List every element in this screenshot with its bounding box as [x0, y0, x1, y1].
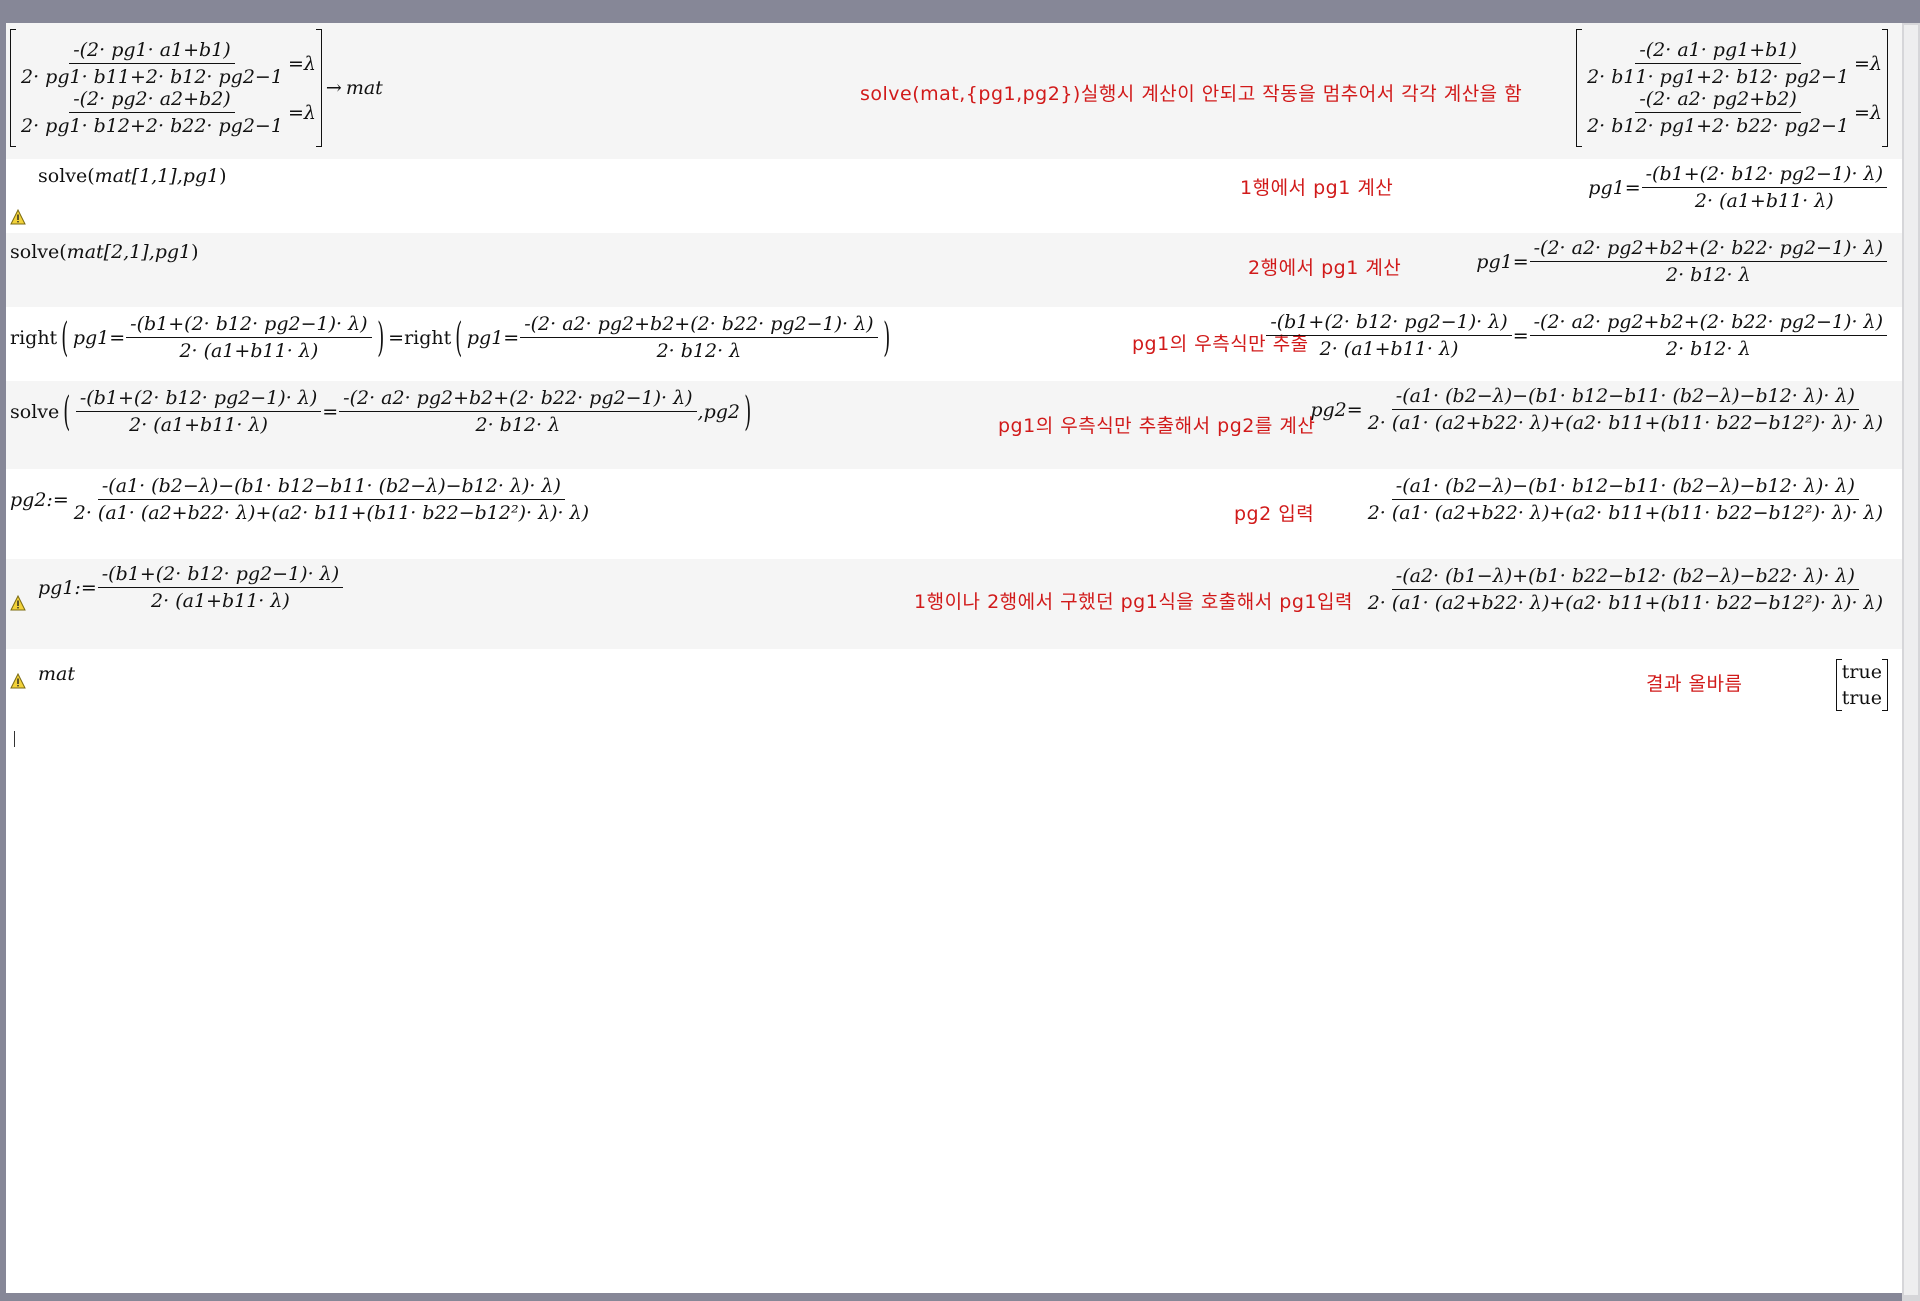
calc-entry-1[interactable]: -(2· pg1· a1+b1) 2· pg1· b11+2· b12· pg2−… [6, 23, 1902, 159]
entry-1-input[interactable]: -(2· pg1· a1+b1) 2· pg1· b11+2· b12· pg2−… [10, 29, 383, 147]
calc-entry-8[interactable]: mat 결과 올바름 true true [6, 649, 1902, 711]
entry-7-input[interactable]: pg1:= -(b1+(2· b12· pg2−1)· λ) 2· (a1+b11… [38, 563, 344, 612]
calc-entry-6[interactable]: pg2:= -(a1· (b2−λ)−(b1· b12−b11· (b2−λ)−… [6, 469, 1902, 559]
entry-2-input[interactable]: solve(mat[1,1],pg1) [38, 165, 227, 187]
calc-entry-3[interactable]: solve(mat[2,1],pg1) 2행에서 pg1 계산 pg1= -(2… [6, 233, 1902, 307]
result-matrix: true true [1835, 659, 1888, 711]
entry-3-input[interactable]: solve(mat[2,1],pg1) [10, 241, 199, 263]
comment-2: 1행에서 pg1 계산 [1240, 177, 1394, 199]
entry-4-output: -(b1+(2· b12· pg2−1)· λ) 2· (a1+b11· λ) =… [1265, 311, 1888, 360]
comment-5: pg1의 우측식만 추출해서 pg2를 계산 [998, 415, 1316, 437]
calculator-document[interactable]: -(2· pg1· a1+b1) 2· pg1· b11+2· b12· pg2−… [6, 23, 1902, 1293]
calc-entry-2[interactable]: solve(mat[1,1],pg1) 1행에서 pg1 계산 pg1= -(b… [6, 159, 1902, 233]
calc-entry-4[interactable]: right( pg1= -(b1+(2· b12· pg2−1)· λ) 2· (… [6, 307, 1902, 381]
input-matrix: -(2· pg1· a1+b1) 2· pg1· b11+2· b12· pg2−… [10, 29, 322, 147]
entry-8-output: true true [1835, 659, 1888, 711]
entry-5-input[interactable]: solve( -(b1+(2· b12· pg2−1)· λ) 2· (a1+b1… [10, 387, 756, 436]
calc-entry-7[interactable]: pg1:= -(b1+(2· b12· pg2−1)· λ) 2· (a1+b11… [6, 559, 1902, 649]
entry-8-input[interactable]: mat [38, 663, 75, 685]
comment-6: pg2 입력 [1234, 503, 1315, 525]
text-cursor[interactable] [14, 731, 15, 747]
comment-8: 결과 올바름 [1646, 673, 1743, 695]
entry-7-output: -(a2· (b1−λ)+(b1· b22−b12· (b2−λ)−b22· λ… [1367, 565, 1883, 614]
store-target: mat [345, 77, 383, 99]
output-matrix: -(2· a1· pg1+b1) 2· b11· pg1+2· b12· pg2−… [1576, 29, 1888, 147]
comment-3: 2행에서 pg1 계산 [1248, 257, 1402, 279]
comment-7: 1행이나 2행에서 구했던 pg1식을 호출해서 pg1입력 [914, 591, 1353, 613]
entry-6-input[interactable]: pg2:= -(a1· (b2−λ)−(b1· b12−b11· (b2−λ)−… [10, 475, 594, 524]
entry-6-output: -(a1· (b2−λ)−(b1· b12−b11· (b2−λ)−b12· λ… [1367, 475, 1883, 524]
comment-1: solve(mat,{pg1,pg2})실행시 계산이 안되고 작동을 멈추어서… [860, 83, 1523, 105]
entry-1-output: -(2· a1· pg1+b1) 2· b11· pg1+2· b12· pg2−… [1576, 29, 1888, 147]
warning-triangle-icon[interactable] [10, 595, 26, 611]
scrollbar-thumb[interactable] [1904, 25, 1918, 1295]
calc-entry-5[interactable]: solve( -(b1+(2· b12· pg2−1)· λ) 2· (a1+b1… [6, 381, 1902, 469]
entry-2-output: pg1= -(b1+(2· b12· pg2−1)· λ) 2· (a1+b11·… [1588, 163, 1888, 212]
warning-triangle-icon[interactable] [10, 673, 26, 689]
warning-triangle-icon[interactable] [10, 209, 26, 225]
entry-3-output: pg1= -(2· a2· pg2+b2+(2· b22· pg2−1)· λ)… [1476, 237, 1888, 286]
title-bar [0, 0, 1920, 23]
entry-4-input[interactable]: right( pg1= -(b1+(2· b12· pg2−1)· λ) 2· (… [10, 313, 894, 362]
entry-5-output: pg2= -(a1· (b2−λ)−(b1· b12−b11· (b2−λ)−b… [1310, 385, 1883, 434]
store-arrow: → [325, 77, 342, 99]
